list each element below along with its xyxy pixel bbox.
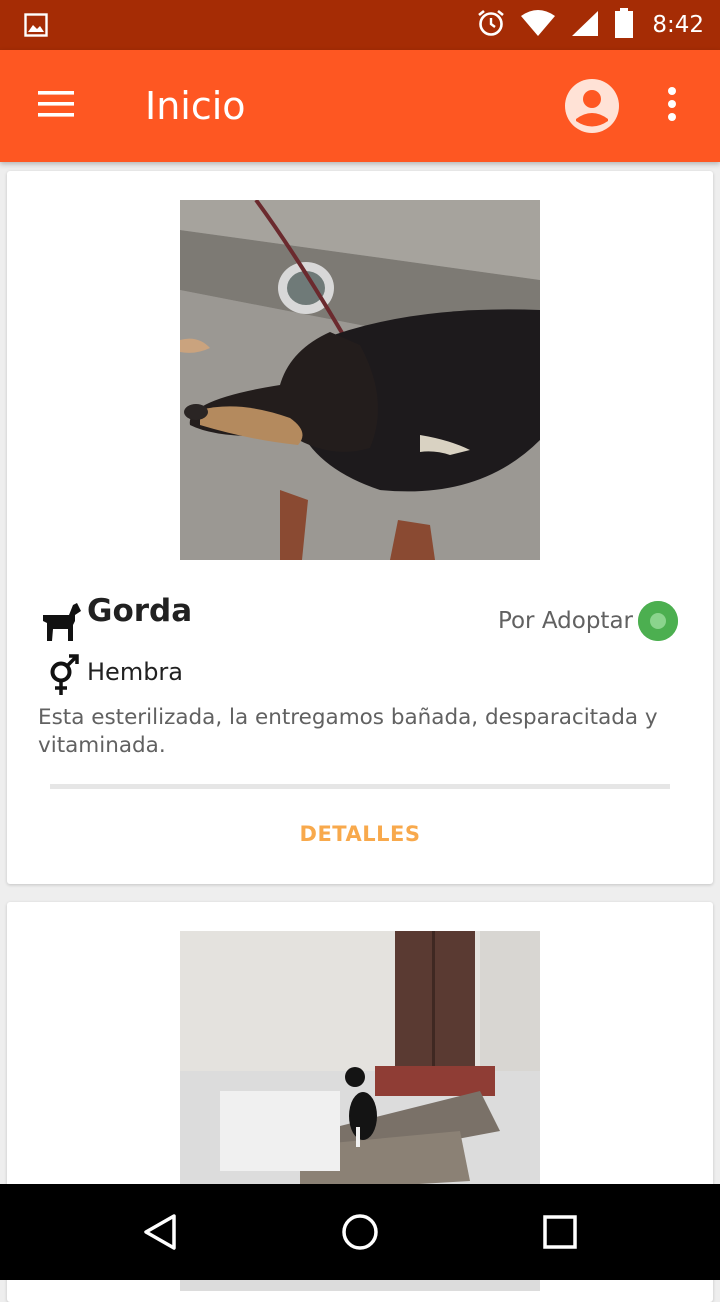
back-icon[interactable] (138, 1210, 182, 1259)
account-button[interactable] (563, 77, 621, 135)
battery-icon (614, 7, 634, 43)
pet-description: Esta esterilizada, la entregamos bañada,… (38, 705, 658, 758)
account-icon (563, 79, 621, 139)
status-bar: 8:42 (0, 0, 720, 50)
wifi-icon (520, 9, 556, 42)
home-icon[interactable] (338, 1210, 382, 1259)
pet-photo (180, 200, 540, 560)
details-button[interactable]: DETALLES (257, 811, 463, 857)
page-title: Inicio (145, 84, 246, 128)
app-bar: Inicio (0, 50, 720, 162)
card-divider (50, 784, 670, 789)
menu-icon (36, 89, 76, 124)
menu-button[interactable] (32, 82, 80, 130)
recents-icon[interactable] (538, 1210, 582, 1259)
more-vert-icon (666, 86, 678, 127)
pet-sex: Hembra (87, 658, 183, 686)
alarm-icon (476, 8, 506, 43)
dog-icon (39, 599, 83, 643)
pet-name: Gorda (87, 593, 193, 629)
adoption-status-label: Por Adoptar (497, 608, 633, 634)
overflow-menu-button[interactable] (656, 82, 688, 130)
image-notification-icon (24, 13, 48, 42)
adoption-status-indicator (638, 601, 678, 641)
system-nav-bar (0, 1184, 720, 1280)
status-time: 8:42 (652, 12, 704, 38)
cell-signal-icon (570, 9, 600, 42)
pet-card[interactable]: Gorda Por Adoptar Hembra Esta esteriliza… (7, 171, 713, 884)
gender-icon (45, 653, 81, 697)
